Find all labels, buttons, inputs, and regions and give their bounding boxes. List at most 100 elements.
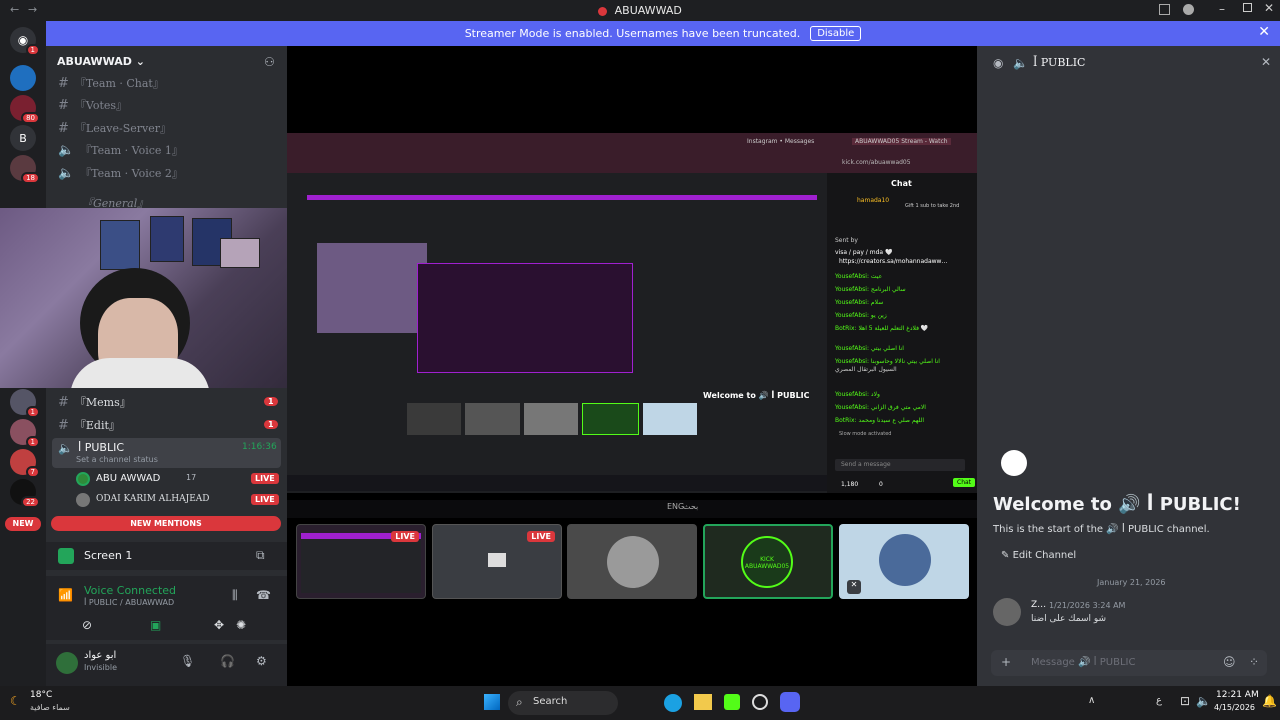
avatar [607,536,659,588]
inbox-icon[interactable] [1159,4,1170,15]
message-input[interactable]: + Message 🔊 ꟾ PUBLIC ☺ ⁘ [991,650,1267,676]
server-icon-5[interactable]: 1 [10,389,40,418]
screen-share-icon[interactable]: ▣ [150,618,161,632]
camera-off-icon[interactable]: ⊘ [82,618,92,632]
kick-app-icon[interactable] [724,694,740,710]
soundboard-icon[interactable]: ✺ [236,618,246,632]
new-unreads-pill[interactable]: NEW [5,517,41,531]
text-channel-icon: # [58,394,69,410]
points: 1,180 [841,481,859,488]
obs-icon[interactable] [752,694,768,710]
file-explorer-icon[interactable] [694,694,712,710]
avatar [76,472,90,486]
clock-time[interactable]: 12:21 AM [1216,690,1259,700]
avatar[interactable] [56,652,78,674]
maximize-icon[interactable] [1243,3,1252,12]
shared-screen-view[interactable]: Instagram • Messages ABUAWWAD05 Stream -… [287,133,977,493]
weather-temp[interactable]: 18°C [30,690,52,700]
channel-leave-server[interactable]: # 『Leave-Server』 [58,120,171,136]
channel-edit[interactable]: # 『Edit』 [58,417,120,433]
server-badge: 1 [25,406,40,418]
channel-team-voice-1[interactable]: 🔈 『Team · Voice 1』 [58,142,183,158]
send-message-input[interactable]: Send a message [835,459,965,471]
browser-url: kick.com/abuawwad05 [842,159,911,166]
disconnect-icon[interactable]: ☎ [256,588,271,602]
streamer-mode-banner: Streamer Mode is enabled. Usernames have… [46,21,1280,46]
chat-line: BotRix: فلادغ التعلم للعيلة 5 اهلا 🤍 [835,325,929,332]
server-icon-6[interactable]: 1 [10,419,40,448]
activities-icon[interactable]: ✥ [214,618,224,632]
weather-icon: ☾ [10,694,21,708]
close-window-icon[interactable]: ✕ [1264,1,1274,15]
close-pane-icon[interactable]: ✕ [1261,55,1271,69]
channel-team-voice-2[interactable]: 🔈 『Team · Voice 2』 [58,165,183,181]
server-icon-7[interactable]: 7 [10,449,40,478]
server-icon-b[interactable]: B [10,125,36,151]
tray-chevron-icon[interactable]: ∧ [1088,695,1095,706]
window-title: ABUAWWAD [614,4,682,17]
voice-channel-public[interactable]: 🔈 ꟾ PUBLIC 1:16:36 Set a channel status [52,438,281,468]
chat-line: YousefAbsi: عيت [835,273,883,280]
poster [150,216,184,262]
voice-location[interactable]: ꟾ PUBLIC / ABUAWWAD [84,598,174,607]
voice-channel-name: ꟾ PUBLIC [78,441,125,454]
channel-name: 『Team · Voice 1』 [80,144,183,157]
notifications-icon[interactable]: 🔔 [1262,694,1277,708]
participant-tile-speaking[interactable]: KICK ABUAWWAD05 [703,524,833,599]
channel-status-placeholder[interactable]: Set a channel status [76,455,158,464]
discord-taskbar-icon[interactable] [780,692,800,712]
participant-tile[interactable]: ✕ [839,524,969,599]
chat-line: YousefAbsi: سالي البرنامج [835,286,906,293]
pinned-link[interactable]: https://creators.sa/mohannadaww… [839,258,947,265]
emoji-icon[interactable]: ☺ [1223,655,1236,669]
stream-tile[interactable]: LIVE [432,524,562,599]
live-badge: LIVE [527,531,555,542]
volume-icon[interactable]: 🔈 [1196,694,1211,708]
server-icon-4[interactable]: 18 [10,155,40,184]
voice-member[interactable]: ODAI KARIM ALHAJEAD LIVE [76,493,279,509]
channel-mems[interactable]: # 『Mems』 [58,394,131,410]
headphones-icon[interactable]: 🎧 [220,654,235,668]
channel-name: 『Team · Voice 2』 [80,167,183,180]
network-icon[interactable]: ⊡ [1180,694,1190,708]
server-badge: 1 [25,436,40,448]
channel-icon [1001,450,1027,476]
direct-messages-button[interactable]: ◉ 1 [10,27,40,56]
noise-suppression-icon[interactable]: ⫼ [232,588,238,603]
sent-by: Sent by [835,237,858,244]
participant-tile[interactable] [567,524,697,599]
disable-streamer-mode-button[interactable]: Disable [810,26,862,41]
apps-icon[interactable]: ⁘ [1249,655,1259,669]
server-icon-2[interactable]: 80 [10,95,40,124]
server-icon-8[interactable]: 22 [10,479,40,508]
pane-header: ꟾ PUBLIC [1033,56,1086,69]
minimize-icon[interactable]: – [1219,2,1225,16]
pencil-icon: ✎ [1001,550,1010,561]
voice-connected-status[interactable]: Voice Connected [84,584,176,597]
channel-votes[interactable]: # 『Votes』 [58,97,127,113]
microphone-icon[interactable]: 🎙 [180,654,195,668]
message-author[interactable]: Z… [1031,600,1046,610]
edge-icon[interactable] [664,694,682,712]
clock-date[interactable]: 4/15/2026 [1214,703,1255,712]
voice-member[interactable]: ABU AWWAD 17 LIVE [76,472,279,488]
stream-tile[interactable]: LIVE [296,524,426,599]
avatar[interactable] [993,598,1021,626]
chat-line: السيول البرتقال المصري [835,366,897,373]
channel-team-chat[interactable]: # 『Team · Chat』 [58,75,164,91]
popout-icon[interactable]: ⧉ [256,548,265,563]
help-icon[interactable] [1183,4,1194,15]
settings-gear-icon[interactable]: ⚙ [256,654,267,668]
server-name-header[interactable]: ABUAWWAD ⌄ [57,55,145,68]
windows-start-icon[interactable] [484,694,500,710]
add-attachment-icon[interactable]: + [1001,655,1011,669]
banner-close-icon[interactable]: ✕ [1258,24,1270,40]
kick-chat-title: Chat [891,179,912,188]
new-mentions-button[interactable]: NEW MENTIONS [51,516,281,531]
taskbar-search[interactable]: ⌕ Search [508,691,618,715]
server-icon-1[interactable] [10,65,36,91]
edit-channel-button[interactable]: ✎ Edit Channel [1001,550,1076,561]
add-member-icon[interactable]: ⚇ [264,55,275,69]
kick-chat-button[interactable]: Chat [953,478,976,487]
input-language[interactable]: ع [1156,695,1162,706]
